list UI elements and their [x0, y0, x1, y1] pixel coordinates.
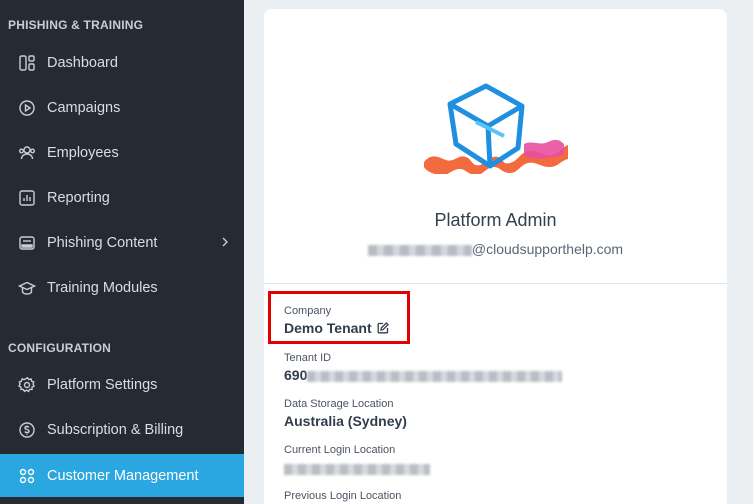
sidebar-item-label: Platform Settings [47, 377, 158, 393]
mail-template-icon [18, 234, 36, 252]
dashboard-icon [18, 54, 36, 72]
sidebar-item-employees[interactable]: Employees [0, 133, 244, 173]
sidebar-item-label: Employees [47, 145, 119, 161]
sidebar-item-label: Subscription & Billing [47, 422, 184, 438]
email-domain: @cloudsupporthelp.com [471, 241, 624, 257]
previous-login-label: Previous Login Location [284, 490, 402, 502]
sidebar-item-reporting[interactable]: Reporting [0, 178, 244, 218]
bar-chart-icon [18, 189, 36, 207]
sidebar-item-label: Phishing Content [47, 235, 158, 251]
profile-email: @cloudsupporthelp.com [264, 241, 727, 257]
gear-icon [18, 376, 36, 394]
sidebar-item-label: Customer Management [47, 467, 199, 484]
customers-grid-icon [18, 467, 36, 485]
sidebar-item-label: Campaigns [47, 100, 121, 116]
divider [264, 283, 727, 284]
section-title-configuration: CONFIGURATION [8, 341, 112, 355]
tenant-id-redacted [307, 370, 563, 382]
play-circle-icon [18, 99, 36, 117]
sidebar-item-customer-management[interactable]: Customer Management [0, 454, 244, 497]
company-highlight-box [268, 291, 410, 344]
sidebar-item-phishing-content[interactable]: Phishing Content [0, 223, 244, 263]
sidebar-item-dashboard[interactable]: Dashboard [0, 43, 244, 83]
sidebar-item-campaigns[interactable]: Campaigns [0, 88, 244, 128]
tenant-id-label: Tenant ID [284, 352, 332, 364]
users-icon [18, 144, 36, 162]
tenant-id-value: 690 [284, 367, 563, 383]
profile-name: Platform Admin [434, 210, 557, 230]
storage-value: Australia (Sydney) [284, 413, 407, 429]
current-login-label: Current Login Location [284, 444, 396, 456]
sidebar-item-label: Reporting [47, 190, 110, 206]
current-login-redacted [284, 463, 430, 475]
sidebar-item-training-modules[interactable]: Training Modules [0, 268, 244, 308]
email-redacted [367, 244, 472, 256]
current-login-value [284, 460, 430, 476]
cube-logo [424, 82, 570, 175]
sidebar-item-label: Dashboard [47, 55, 118, 71]
storage-label: Data Storage Location [284, 398, 394, 410]
graduation-cap-icon [18, 279, 36, 297]
section-title-phishing: PHISHING & TRAINING [8, 18, 144, 32]
sidebar-item-platform-settings[interactable]: Platform Settings [0, 365, 244, 405]
sidebar: PHISHING & TRAINING Dashboard Campaigns … [0, 0, 244, 504]
tenant-id-prefix: 690 [284, 367, 308, 383]
sidebar-item-subscription-billing[interactable]: Subscription & Billing [0, 410, 244, 450]
dollar-circle-icon [18, 421, 36, 439]
sidebar-item-label: Training Modules [47, 280, 158, 296]
chevron-right-icon [218, 235, 232, 249]
